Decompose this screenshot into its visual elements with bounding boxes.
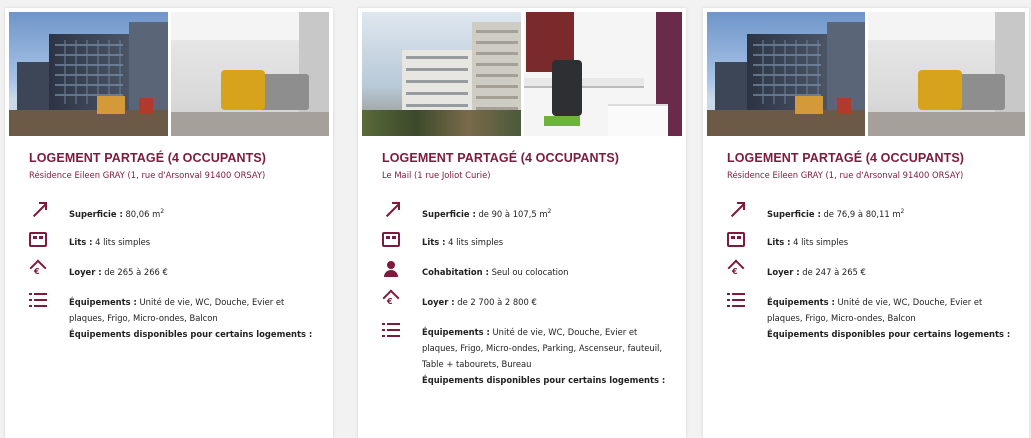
area-arrow-icon: [382, 201, 400, 219]
superficie-exponent: 2: [900, 208, 905, 215]
bed-icon: [29, 232, 47, 247]
area-arrow-icon: [29, 201, 47, 219]
superficie-label: Superficie :: [767, 208, 821, 219]
card-photos[interactable]: [362, 12, 682, 136]
superficie-exponent: 2: [547, 208, 552, 215]
equipements-dispo-label: Équipements disponibles pour certains lo…: [767, 329, 1011, 339]
equipements-label: Équipements :: [767, 297, 835, 307]
card-photos[interactable]: [707, 12, 1025, 136]
lits-label: Lits :: [767, 237, 791, 247]
loyer-label: Loyer :: [422, 297, 455, 307]
housing-card[interactable]: LOGEMENT PARTAGÉ (4 OCCUPANTS) Résidence…: [703, 8, 1029, 438]
lits-value: 4 lits simples: [793, 237, 849, 247]
loyer-value: de 247 à 265 €: [802, 267, 866, 277]
equipements-label: Équipements :: [422, 327, 490, 337]
bed-icon: [727, 232, 745, 247]
housing-cards: LOGEMENT PARTAGÉ (4 OCCUPANTS) Résidence…: [0, 0, 1031, 438]
superficie-label: Superficie :: [69, 208, 123, 219]
bed-icon: [382, 232, 400, 247]
loyer-label: Loyer :: [69, 267, 102, 277]
superficie-value: de 90 à 107,5 m: [478, 208, 548, 219]
housing-card[interactable]: LOGEMENT PARTAGÉ (4 OCCUPANTS) Le Mail (…: [358, 8, 686, 438]
room-photo[interactable]: [170, 12, 329, 136]
card-address: Le Mail (1 rue Joliot Curie): [382, 170, 491, 180]
card-address: Résidence Eileen GRAY (1, rue d'Arsonval…: [29, 170, 266, 180]
cohabitation-value: Seul ou colocation: [491, 267, 569, 277]
card-title: LOGEMENT PARTAGÉ (4 OCCUPANTS): [727, 151, 965, 165]
list-icon: [382, 321, 400, 339]
room-photo[interactable]: [523, 12, 682, 136]
card-title: LOGEMENT PARTAGÉ (4 OCCUPANTS): [382, 151, 620, 165]
card-photos[interactable]: [9, 12, 329, 136]
loyer-value: de 2 700 à 2 800 €: [457, 297, 537, 307]
house-euro-icon: [29, 261, 47, 279]
equipements-label: Équipements :: [69, 297, 137, 307]
superficie-value: de 76,9 à 80,11 m: [823, 208, 901, 219]
building-photo[interactable]: [362, 12, 521, 136]
equipements-dispo-label: Équipements disponibles pour certains lo…: [422, 375, 666, 385]
housing-card[interactable]: LOGEMENT PARTAGÉ (4 OCCUPANTS) Résidence…: [5, 8, 333, 438]
lits-label: Lits :: [69, 237, 93, 247]
building-photo[interactable]: [9, 12, 168, 136]
lits-value: 4 lits simples: [95, 237, 151, 247]
superficie-exponent: 2: [160, 208, 165, 215]
loyer-label: Loyer :: [767, 267, 800, 277]
person-icon: [382, 261, 400, 279]
list-icon: [727, 291, 745, 309]
lits-value: 4 lits simples: [448, 237, 504, 247]
list-icon: [29, 291, 47, 309]
room-photo[interactable]: [867, 12, 1025, 136]
building-photo[interactable]: [707, 12, 865, 136]
house-euro-icon: [727, 261, 745, 279]
area-arrow-icon: [727, 201, 745, 219]
card-title: LOGEMENT PARTAGÉ (4 OCCUPANTS): [29, 151, 267, 165]
lits-label: Lits :: [422, 237, 446, 247]
superficie-label: Superficie :: [422, 208, 476, 219]
equipements-dispo-label: Équipements disponibles pour certains lo…: [69, 329, 313, 339]
loyer-value: de 265 à 266 €: [104, 267, 168, 277]
superficie-value: 80,06 m: [125, 208, 161, 219]
house-euro-icon: [382, 291, 400, 309]
card-address: Résidence Eileen GRAY (1, rue d'Arsonval…: [727, 170, 964, 180]
cohabitation-label: Cohabitation :: [422, 267, 489, 277]
